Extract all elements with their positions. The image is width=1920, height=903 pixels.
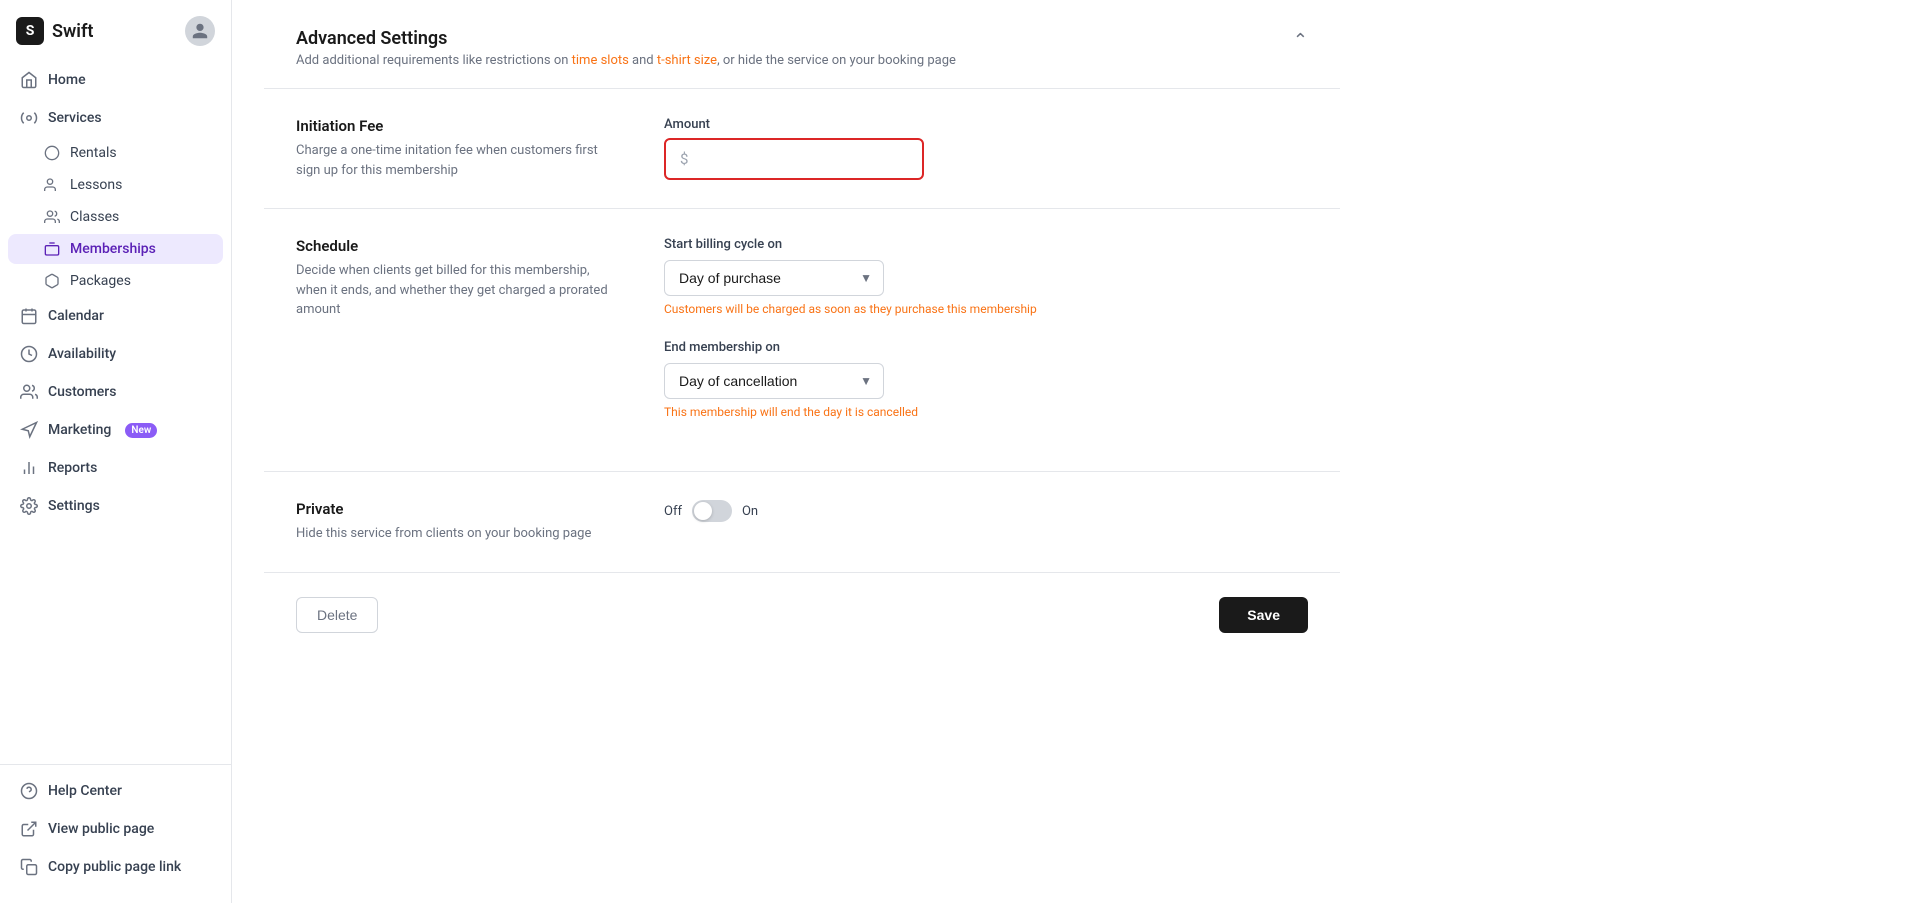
sidebar-item-copy-public-page-link[interactable]: Copy public page link — [8, 849, 223, 885]
sidebar-item-reports-label: Reports — [48, 460, 97, 476]
sidebar-header: S Swift — [0, 0, 231, 54]
sidebar-item-classes[interactable]: Classes — [8, 202, 223, 232]
private-toggle[interactable] — [692, 500, 732, 522]
sidebar-sub-rentals-label: Rentals — [70, 145, 117, 161]
end-membership-select-wrapper: Day of cancellation End of billing perio… — [664, 363, 884, 399]
sidebar-item-lessons[interactable]: Lessons — [8, 170, 223, 200]
end-membership-field: End membership on Day of cancellation En… — [664, 340, 1308, 419]
sidebar-item-marketing-label: Marketing — [48, 422, 111, 438]
amount-input[interactable] — [694, 151, 908, 168]
sidebar-item-memberships[interactable]: Memberships — [8, 234, 223, 264]
sidebar-item-services-label: Services — [48, 110, 102, 126]
sidebar-sub-memberships-label: Memberships — [70, 241, 156, 257]
sidebar-item-calendar[interactable]: Calendar — [8, 298, 223, 334]
logo: S Swift — [16, 17, 93, 45]
sidebar-item-home-label: Home — [48, 72, 86, 88]
sidebar-sub-packages-label: Packages — [70, 273, 131, 289]
sidebar-item-customers-label: Customers — [48, 384, 116, 400]
marketing-new-badge: New — [125, 423, 157, 438]
sidebar-item-availability-label: Availability — [48, 346, 116, 362]
start-billing-label: Start billing cycle on — [664, 237, 1308, 252]
amount-input-wrapper: $ — [664, 138, 924, 180]
initiation-fee-desc: Charge a one-time initation fee when cus… — [296, 141, 616, 180]
sidebar-item-calendar-label: Calendar — [48, 308, 104, 324]
start-billing-hint: Customers will be charged as soon as the… — [664, 302, 1308, 316]
view-public-page-label: View public page — [48, 821, 154, 837]
app-name: Swift — [52, 21, 93, 42]
toggle-on-label: On — [742, 504, 758, 519]
toggle-off-label: Off — [664, 504, 682, 519]
sidebar-item-settings[interactable]: Settings — [8, 488, 223, 524]
copy-public-page-link-label: Copy public page link — [48, 859, 181, 875]
logo-icon: S — [16, 17, 44, 45]
sidebar-item-packages[interactable]: Packages — [8, 266, 223, 296]
dollar-sign-icon: $ — [680, 150, 688, 168]
sidebar-item-reports[interactable]: Reports — [8, 450, 223, 486]
private-desc: Hide this service from clients on your b… — [296, 524, 616, 544]
sidebar-item-services[interactable]: Services — [8, 100, 223, 136]
sidebar-item-help-center[interactable]: Help Center — [8, 773, 223, 809]
private-title: Private — [296, 500, 616, 518]
highlight-time-slots: time slots — [572, 53, 629, 68]
page-footer: Delete Save — [264, 573, 1340, 657]
advanced-settings-title: Advanced Settings — [296, 28, 956, 49]
sidebar-item-settings-label: Settings — [48, 498, 100, 514]
sidebar-item-customers[interactable]: Customers — [8, 374, 223, 410]
sidebar-item-marketing[interactable]: Marketing New — [8, 412, 223, 448]
end-membership-select[interactable]: Day of cancellation End of billing perio… — [664, 363, 884, 399]
save-button[interactable]: Save — [1219, 597, 1308, 633]
sidebar-item-home[interactable]: Home — [8, 62, 223, 98]
sidebar-footer: Help Center View public page Copy public… — [0, 764, 231, 903]
highlight-tshirt-size: t-shirt size — [657, 53, 717, 68]
collapse-chevron-icon[interactable]: ⌃ — [1293, 30, 1308, 51]
advanced-settings-subtitle: Add additional requirements like restric… — [296, 53, 956, 68]
start-billing-field: Start billing cycle on Day of purchase S… — [664, 237, 1308, 316]
main-content: Advanced Settings Add additional require… — [232, 0, 1920, 903]
schedule-desc: Decide when clients get billed for this … — [296, 261, 616, 320]
end-membership-hint: This membership will end the day it is c… — [664, 405, 1308, 419]
sidebar-item-view-public-page[interactable]: View public page — [8, 811, 223, 847]
start-billing-select-wrapper: Day of purchase Specific day of month ▼ — [664, 260, 884, 296]
sidebar: S Swift Home Services Rentals Lessons — [0, 0, 232, 903]
end-membership-label: End membership on — [664, 340, 1308, 355]
toggle-row: Off On — [664, 500, 1308, 522]
avatar[interactable] — [185, 16, 215, 46]
start-billing-select[interactable]: Day of purchase Specific day of month — [664, 260, 884, 296]
help-center-label: Help Center — [48, 783, 122, 799]
sidebar-item-availability[interactable]: Availability — [8, 336, 223, 372]
sidebar-sub-lessons-label: Lessons — [70, 177, 122, 193]
sidebar-sub-classes-label: Classes — [70, 209, 119, 225]
amount-label: Amount — [664, 117, 1308, 132]
initiation-fee-title: Initiation Fee — [296, 117, 616, 135]
sidebar-item-rentals[interactable]: Rentals — [8, 138, 223, 168]
delete-button[interactable]: Delete — [296, 597, 378, 633]
toggle-knob — [694, 502, 712, 520]
schedule-title: Schedule — [296, 237, 616, 255]
sidebar-nav: Home Services Rentals Lessons Classes Me… — [0, 54, 231, 764]
